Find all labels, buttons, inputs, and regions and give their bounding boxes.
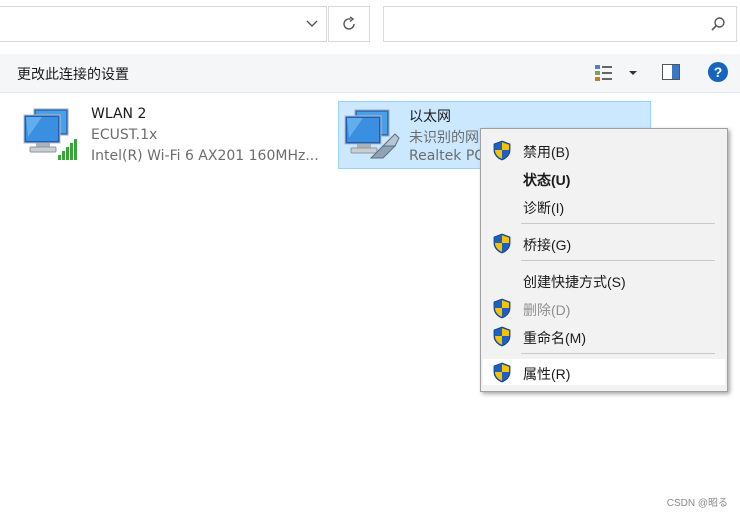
menu-separator <box>521 353 715 354</box>
menu-item-rename[interactable]: 重命名(M) <box>483 323 725 349</box>
menu-item-label: 重命名(M) <box>523 330 586 346</box>
menu-item-label: 诊断(I) <box>523 200 565 216</box>
adapter-device: Realtek PC <box>409 148 485 164</box>
refresh-button[interactable] <box>328 6 370 42</box>
search-icon <box>711 17 725 31</box>
menu-item-label: 桥接(G) <box>523 237 572 253</box>
menu-separator <box>521 223 715 224</box>
command-bar: 更改此连接的设置 ? <box>0 54 740 93</box>
menu-item-bridge[interactable]: 桥接(G) <box>483 230 725 256</box>
menu-item-label: 状态(U) <box>523 172 571 188</box>
menu-item-disable[interactable]: 禁用(B) <box>483 137 725 163</box>
ethernet-adapter-icon <box>344 109 400 159</box>
menu-item-label: 创建快捷方式(S) <box>523 274 626 290</box>
context-menu: 禁用(B) 状态(U) 诊断(I) 桥接(G) 创建快捷方式(S) 删除(D) … <box>480 128 728 392</box>
adapter-name: 以太网 <box>409 109 451 125</box>
uac-shield-icon <box>493 298 511 319</box>
menu-item-label: 删除(D) <box>523 302 571 318</box>
preview-pane-icon[interactable] <box>662 64 680 80</box>
address-dropdown-button[interactable] <box>297 6 327 42</box>
adapter-status: ECUST.1x <box>91 127 158 143</box>
adapter-name: WLAN 2 <box>91 106 147 122</box>
uac-shield-icon <box>493 233 511 254</box>
menu-item-properties[interactable]: 属性(R) <box>483 359 725 385</box>
uac-shield-icon <box>493 362 511 383</box>
wifi-adapter-icon <box>23 108 77 160</box>
view-options-icon <box>595 65 612 81</box>
menu-item-label: 禁用(B) <box>523 144 570 160</box>
adapter-device: Intel(R) Wi-Fi 6 AX201 160MHz... <box>91 148 319 164</box>
menu-item-create-shortcut[interactable]: 创建快捷方式(S) <box>483 267 725 293</box>
search-input[interactable] <box>383 6 737 42</box>
menu-item-diagnose[interactable]: 诊断(I) <box>483 193 725 219</box>
menu-item-status[interactable]: 状态(U) <box>483 165 725 191</box>
menu-item-delete[interactable]: 删除(D) <box>483 295 725 321</box>
refresh-icon <box>343 16 355 30</box>
watermark: CSDN @昭る <box>666 498 728 509</box>
address-field[interactable] <box>0 6 327 42</box>
adapter-wlan-2[interactable]: WLAN 2 ECUST.1x Intel(R) Wi-Fi 6 AX201 1… <box>22 101 334 169</box>
adapter-status: 未识别的网 <box>409 130 479 146</box>
change-connection-settings-button[interactable]: 更改此连接的设置 <box>17 64 129 84</box>
caret-down-icon <box>629 71 637 75</box>
uac-shield-icon <box>493 326 511 347</box>
menu-item-label: 属性(R) <box>523 366 571 382</box>
chevron-down-icon <box>306 20 318 27</box>
address-bar-row <box>0 0 740 50</box>
menu-separator <box>521 260 715 261</box>
uac-shield-icon <box>493 140 511 161</box>
help-button[interactable]: ? <box>708 62 728 82</box>
change-view-button[interactable] <box>594 63 638 83</box>
